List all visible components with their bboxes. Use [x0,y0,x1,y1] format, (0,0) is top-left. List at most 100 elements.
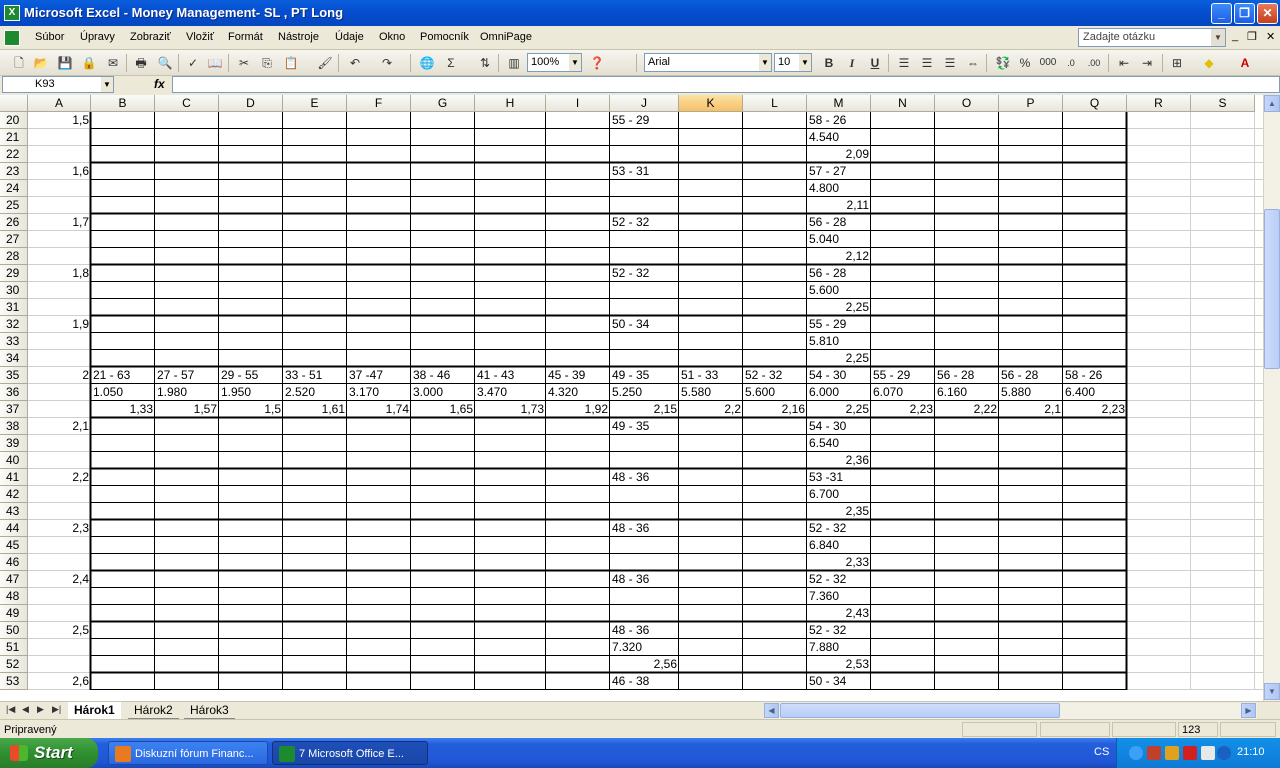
cell-m31[interactable]: 2,25 [807,299,871,316]
row-header[interactable]: 47 [0,571,28,588]
cell-j51[interactable]: 7.320 [610,639,679,656]
cell-e36[interactable]: 2.520 [283,384,347,401]
align-left-icon[interactable]: ☰ [895,54,913,72]
cell-m32[interactable]: 55 - 29 [807,316,871,333]
column-header-g[interactable]: G [411,95,475,112]
row-header[interactable]: 23 [0,163,28,180]
cell-l35[interactable]: 52 - 32 [743,367,807,384]
font-color-icon[interactable]: A [1236,54,1254,72]
antivirus-icon[interactable] [1217,746,1231,760]
cell-g36[interactable]: 3.000 [411,384,475,401]
cell-q35[interactable]: 58 - 26 [1063,367,1127,384]
row-header[interactable]: 40 [0,452,28,469]
autosum-icon[interactable]: Σ [442,54,460,72]
excel-app-icon[interactable]: X [4,5,20,21]
sheet-tab-harok2[interactable]: Hárok2 [128,702,179,719]
ask-question-input[interactable]: Zadajte otázku ▼ [1078,28,1226,47]
sheet-tab-harok3[interactable]: Hárok3 [184,702,235,719]
column-header-a[interactable]: A [28,95,91,112]
cell-c36[interactable]: 1.980 [155,384,219,401]
cell-a53[interactable]: 2,6 [28,673,91,690]
taskbar-item-excel[interactable]: 7 Microsoft Office E... [272,741,428,765]
save-icon[interactable]: 💾 [56,54,74,72]
cell-j52[interactable]: 2,56 [610,656,679,673]
column-header-m[interactable]: M [807,95,871,112]
row-header[interactable]: 49 [0,605,28,622]
row-header[interactable]: 38 [0,418,28,435]
fill-color-icon[interactable]: ◆ [1200,54,1218,72]
cell-m37[interactable]: 2,25 [807,401,871,418]
cell-j38[interactable]: 49 - 35 [610,418,679,435]
cell-j35[interactable]: 49 - 35 [610,367,679,384]
cell-n37[interactable]: 2,23 [871,401,935,418]
spelling-icon[interactable]: ✓ [184,54,202,72]
percent-button[interactable]: % [1016,54,1034,72]
row-header[interactable]: 22 [0,146,28,163]
cell-o35[interactable]: 56 - 28 [935,367,999,384]
cell-j53[interactable]: 46 - 38 [610,673,679,690]
column-header-q[interactable]: Q [1063,95,1127,112]
decrease-decimal-icon[interactable]: .00 [1085,54,1103,72]
column-header-i[interactable]: I [546,95,610,112]
font-combo[interactable]: Arial ▼ [644,53,772,72]
print-preview-icon[interactable]: 🔍 [156,54,174,72]
open-icon[interactable]: 📂 [32,54,50,72]
cell-j29[interactable]: 52 - 32 [610,265,679,282]
cell-h35[interactable]: 41 - 43 [475,367,546,384]
cell-e37[interactable]: 1,61 [283,401,347,418]
cell-g35[interactable]: 38 - 46 [411,367,475,384]
merge-center-icon[interactable]: ⇔ [964,54,982,72]
row-header[interactable]: 20 [0,112,28,129]
row-header[interactable]: 37 [0,401,28,418]
decrease-indent-icon[interactable]: ⇤ [1115,54,1133,72]
column-header-k[interactable]: K [679,95,743,112]
cell-m33[interactable]: 5.810 [807,333,871,350]
first-sheet-icon[interactable]: |◀ [6,704,15,715]
chevron-down-icon[interactable]: ▼ [1211,29,1225,46]
column-header-f[interactable]: F [347,95,411,112]
cell-a29[interactable]: 1,8 [28,265,91,282]
cell-q37[interactable]: 2,23 [1063,401,1127,418]
cell-l37[interactable]: 2,16 [743,401,807,418]
row-header[interactable]: 35 [0,367,28,384]
cell-h37[interactable]: 1,73 [475,401,546,418]
cell-j41[interactable]: 48 - 36 [610,469,679,486]
cell-m50[interactable]: 52 - 32 [807,622,871,639]
menu-udaje[interactable]: Údaje [335,31,364,43]
redo-icon[interactable]: ↷ [378,54,396,72]
flag-icon[interactable] [1183,746,1197,760]
cell-j26[interactable]: 52 - 32 [610,214,679,231]
language-indicator[interactable]: CS [1094,746,1109,758]
select-all-corner[interactable] [0,95,28,112]
cell-b37[interactable]: 1,33 [91,401,155,418]
cell-m52[interactable]: 2,53 [807,656,871,673]
row-header[interactable]: 41 [0,469,28,486]
cell-a50[interactable]: 2,5 [28,622,91,639]
cell-g37[interactable]: 1,65 [411,401,475,418]
cell-j50[interactable]: 48 - 36 [610,622,679,639]
cell-e35[interactable]: 33 - 51 [283,367,347,384]
column-header-j[interactable]: J [610,95,679,112]
column-header-r[interactable]: R [1127,95,1191,112]
menu-pomocnik[interactable]: Pomocník [420,31,469,43]
cell-m47[interactable]: 52 - 32 [807,571,871,588]
cell-k36[interactable]: 5.580 [679,384,743,401]
restore-button[interactable]: ❐ [1234,3,1255,24]
menu-subor[interactable]: Súbor [35,31,64,43]
cell-m21[interactable]: 4.540 [807,129,871,146]
start-button[interactable]: Start [0,738,98,768]
cell-m22[interactable]: 2,09 [807,146,871,163]
cell-m29[interactable]: 56 - 28 [807,265,871,282]
column-header-d[interactable]: D [219,95,283,112]
cell-c35[interactable]: 27 - 57 [155,367,219,384]
vertical-scrollbar[interactable]: ▲ ▼ [1263,95,1280,701]
prev-sheet-icon[interactable]: ◀ [22,704,29,715]
row-header[interactable]: 33 [0,333,28,350]
row-header[interactable]: 50 [0,622,28,639]
scroll-up-icon[interactable]: ▲ [1264,95,1280,112]
doc-restore-button[interactable]: ❐ [1247,30,1257,43]
cell-j20[interactable]: 55 - 29 [610,112,679,129]
column-header-s[interactable]: S [1191,95,1255,112]
row-header[interactable]: 30 [0,282,28,299]
borders-icon[interactable]: ⊞ [1168,54,1186,72]
